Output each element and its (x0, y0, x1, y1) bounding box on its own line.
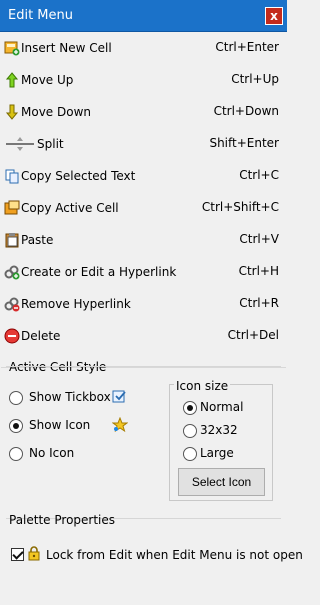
palette-properties-title: Palette Properties (9, 513, 116, 527)
select-icon-button[interactable]: Select Icon (178, 468, 265, 496)
icon-size-title: Icon size (174, 379, 231, 393)
radio-no-icon[interactable] (9, 447, 23, 461)
radio-label-32x32: 32x32 (200, 423, 238, 437)
radio-label-normal: Normal (200, 400, 244, 414)
menu-item-create-hyperlink[interactable]: Create or Edit a Hyperlink Ctrl+H (0, 256, 287, 288)
menu-item-shortcut: Ctrl+Up (231, 72, 279, 86)
menu-item-copy-active-cell[interactable]: Copy Active Cell Ctrl+Shift+C (0, 192, 287, 224)
lock-icon (26, 545, 42, 561)
menu-item-copy-selected-text[interactable]: Copy Selected Text Ctrl+C (0, 160, 287, 192)
menu-item-shortcut: Ctrl+Del (227, 328, 279, 342)
menu-item-shortcut: Ctrl+Enter (215, 40, 279, 54)
menu-item-insert-new-cell[interactable]: Insert New Cell Ctrl+Enter (0, 32, 287, 64)
menu-item-label: Copy Selected Text (21, 169, 136, 183)
radio-label-large: Large (200, 446, 234, 460)
menu-item-split[interactable]: Split Shift+Enter (0, 128, 287, 160)
menu-item-label: Paste (21, 233, 54, 247)
arrow-up-icon (4, 72, 20, 88)
split-icon (4, 136, 36, 152)
close-icon: x (270, 9, 278, 23)
menu-item-delete[interactable]: Delete Ctrl+Del (0, 320, 287, 352)
menu-item-shortcut: Ctrl+R (239, 296, 279, 310)
menu-item-label: Move Up (21, 73, 74, 87)
paste-icon (4, 232, 20, 248)
lock-checkbox[interactable] (11, 548, 24, 561)
arrow-down-icon (4, 104, 20, 120)
tickbox-icon (112, 389, 128, 405)
radio-show-icon[interactable] (9, 419, 23, 433)
radio-normal[interactable] (183, 401, 197, 415)
remove-hyperlink-icon (4, 296, 20, 312)
delete-icon (4, 328, 20, 344)
menu-item-label: Create or Edit a Hyperlink (21, 265, 177, 279)
menu-item-label: Remove Hyperlink (21, 297, 131, 311)
menu-item-label: Copy Active Cell (21, 201, 119, 215)
menu-item-shortcut: Ctrl+C (239, 168, 279, 182)
lock-label: Lock from Edit when Edit Menu is not ope… (46, 548, 303, 562)
menu-item-shortcut: Shift+Enter (209, 136, 279, 150)
copy-cell-icon (4, 200, 20, 216)
radio-label-no-icon: No Icon (29, 446, 75, 460)
edit-menu: Insert New Cell Ctrl+Enter Move Up Ctrl+… (0, 32, 287, 352)
menu-item-move-up[interactable]: Move Up Ctrl+Up (0, 64, 287, 96)
radio-label-show-icon: Show Icon (29, 418, 91, 432)
title-bar: Edit Menu x (0, 0, 287, 32)
star-icon (111, 416, 129, 433)
insert-cell-icon (4, 40, 20, 56)
menu-item-shortcut: Ctrl+H (238, 264, 279, 278)
hyperlink-icon (4, 264, 20, 280)
section-divider (6, 366, 281, 367)
menu-item-shortcut: Ctrl+Down (213, 104, 279, 118)
menu-item-remove-hyperlink[interactable]: Remove Hyperlink Ctrl+R (0, 288, 287, 320)
active-cell-style-title: Active Cell Style (9, 360, 107, 374)
menu-item-label: Move Down (21, 105, 91, 119)
radio-32x32[interactable] (183, 424, 197, 438)
copy-text-icon (4, 168, 20, 184)
menu-item-label: Delete (21, 329, 61, 343)
menu-item-paste[interactable]: Paste Ctrl+V (0, 224, 287, 256)
window-title: Edit Menu (8, 8, 73, 23)
close-button[interactable]: x (265, 7, 283, 25)
menu-item-shortcut: Ctrl+V (239, 232, 279, 246)
radio-large[interactable] (183, 447, 197, 461)
menu-item-shortcut: Ctrl+Shift+C (201, 200, 279, 214)
menu-item-label: Insert New Cell (21, 41, 112, 55)
radio-label-show-tickbox: Show Tickbox (29, 390, 111, 404)
menu-item-label: Split (37, 137, 64, 151)
menu-item-move-down[interactable]: Move Down Ctrl+Down (0, 96, 287, 128)
radio-show-tickbox[interactable] (9, 391, 23, 405)
